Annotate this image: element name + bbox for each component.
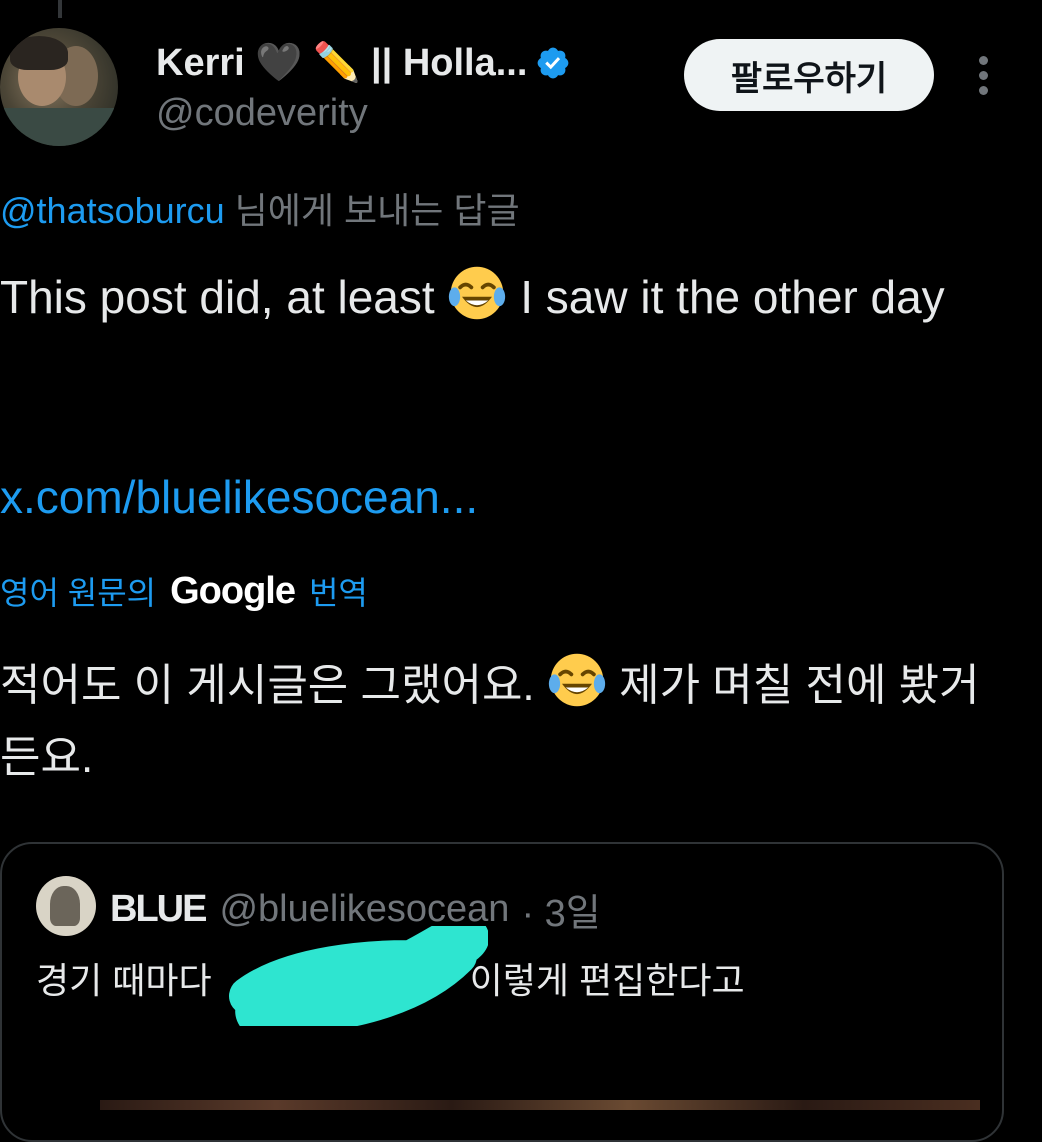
avatar-photo-hair	[10, 36, 68, 70]
quoted-text-after: 이렇게 편집한다고	[469, 960, 745, 1001]
translation-suffix: 번역	[308, 575, 368, 611]
avatar-photo-body	[0, 108, 118, 146]
quoted-media-preview[interactable]	[100, 1100, 980, 1110]
tweet-text-part: This post did, at least	[0, 271, 448, 323]
quoted-author-avatar[interactable]	[36, 876, 96, 936]
google-logo: Google	[170, 569, 296, 612]
thread-connector-line	[58, 0, 62, 18]
face-with-tears-of-joy-icon	[449, 266, 506, 320]
quoted-text-before: 경기 때마다	[36, 960, 212, 1001]
tweet-link[interactable]: x.com/bluelikesocean...	[0, 470, 478, 524]
more-vertical-icon[interactable]	[970, 56, 998, 96]
translation-attribution[interactable]: 영어 원문의 Google 번역	[0, 567, 368, 615]
face-with-tears-of-joy-icon	[548, 653, 606, 707]
translated-tweet-body: 적어도 이 게시글은 그랬어요. 제가 며칠 전에 봤거든요.	[0, 650, 1020, 794]
verified-badge-icon	[538, 47, 569, 79]
translated-text-part: 적어도 이 게시글은 그랬어요.	[0, 661, 547, 710]
follow-button[interactable]: 팔로우하기	[684, 39, 934, 111]
reply-mention-link[interactable]: @thatsoburcu	[0, 190, 225, 231]
author-handle[interactable]: @codeverity	[156, 92, 368, 135]
tweet-text-part: I saw it the other day	[507, 271, 945, 323]
quoted-author-name[interactable]: BLUE	[110, 888, 207, 931]
reply-context: @thatsoburcu 님에게 보내는 답글	[0, 182, 520, 234]
quoted-author-handle[interactable]: @bluelikesocean	[219, 888, 509, 931]
author-avatar[interactable]	[0, 28, 118, 146]
reply-context-label: 님에게 보내는 답글	[224, 190, 520, 231]
quoted-post-time: · 3일	[521, 893, 601, 935]
quoted-avatar-figure	[50, 886, 80, 926]
author-display-name[interactable]: Kerri 🖤 ✏️ || Holla...	[156, 41, 527, 85]
author-display-name-row[interactable]: Kerri 🖤 ✏️ || Holla...	[156, 38, 571, 88]
translation-prefix: 영어 원문의	[0, 575, 157, 611]
redaction-scribble	[229, 926, 488, 1026]
quoted-post-card[interactable]: BLUE @bluelikesocean · 3일 경기 때마다 이렇게 편집한다…	[0, 842, 1004, 1142]
tweet-body: This post did, at least I saw it the oth…	[0, 262, 1000, 332]
